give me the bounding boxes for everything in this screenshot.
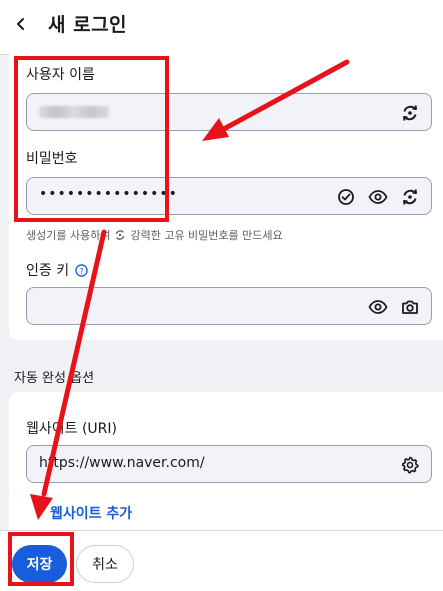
toggle-password-visibility-button[interactable] [367, 186, 389, 208]
username-label: 사용자 이름 [26, 67, 95, 83]
eye-icon [368, 190, 388, 204]
username-field[interactable] [26, 93, 432, 131]
generate-password-button[interactable] [399, 186, 421, 208]
check-password-button[interactable] [335, 186, 357, 208]
generator-icon [116, 230, 125, 240]
password-helper-text: 생성기를 사용하여 강력한 고유 비밀번호를 만드세요 [26, 227, 283, 243]
save-button[interactable]: 저장 [12, 545, 67, 583]
password-label: 비밀번호 [26, 151, 78, 167]
redacted-username [39, 106, 109, 118]
eye-icon [368, 300, 388, 314]
password-value: ••••••••••••••• [39, 186, 178, 202]
help-icon[interactable]: ? [75, 263, 88, 277]
autofill-section-title: 자동 완성 옵션 [14, 371, 95, 386]
regenerate-icon [403, 105, 417, 121]
scan-totp-button[interactable] [399, 296, 421, 318]
page-title: 새 로그인 [48, 14, 128, 36]
username-value [39, 103, 109, 118]
helper-prefix: 생성기를 사용하여 [26, 229, 111, 242]
svg-text:?: ? [79, 265, 83, 275]
toggle-totp-visibility-button[interactable] [367, 296, 389, 318]
chevron-left-icon [17, 18, 24, 30]
uri-match-settings-button[interactable] [399, 454, 421, 476]
add-website-label: 웹사이트 추가 [50, 506, 133, 522]
uri-value: https://www.naver.com/ [39, 455, 205, 471]
cancel-button[interactable]: 취소 [76, 545, 134, 583]
camera-icon [402, 300, 418, 314]
add-website-link[interactable]: 웹사이트 추가 [50, 503, 132, 523]
totp-field[interactable] [26, 287, 432, 325]
back-button[interactable] [10, 13, 32, 35]
check-circle-icon [338, 189, 354, 205]
uri-field[interactable]: https://www.naver.com/ [26, 445, 432, 483]
generate-username-button[interactable] [399, 102, 421, 124]
totp-label-row: 인증 키 ? [26, 260, 88, 280]
uri-label: 웹사이트 (URI) [26, 421, 117, 437]
footer: 저장 취소 [0, 530, 443, 591]
password-field[interactable]: ••••••••••••••• [26, 177, 432, 215]
regenerate-icon [403, 189, 417, 205]
helper-suffix: 강력한 고유 비밀번호를 만드세요 [130, 229, 283, 242]
gear-icon [401, 456, 419, 474]
totp-label: 인증 키 [26, 263, 70, 279]
